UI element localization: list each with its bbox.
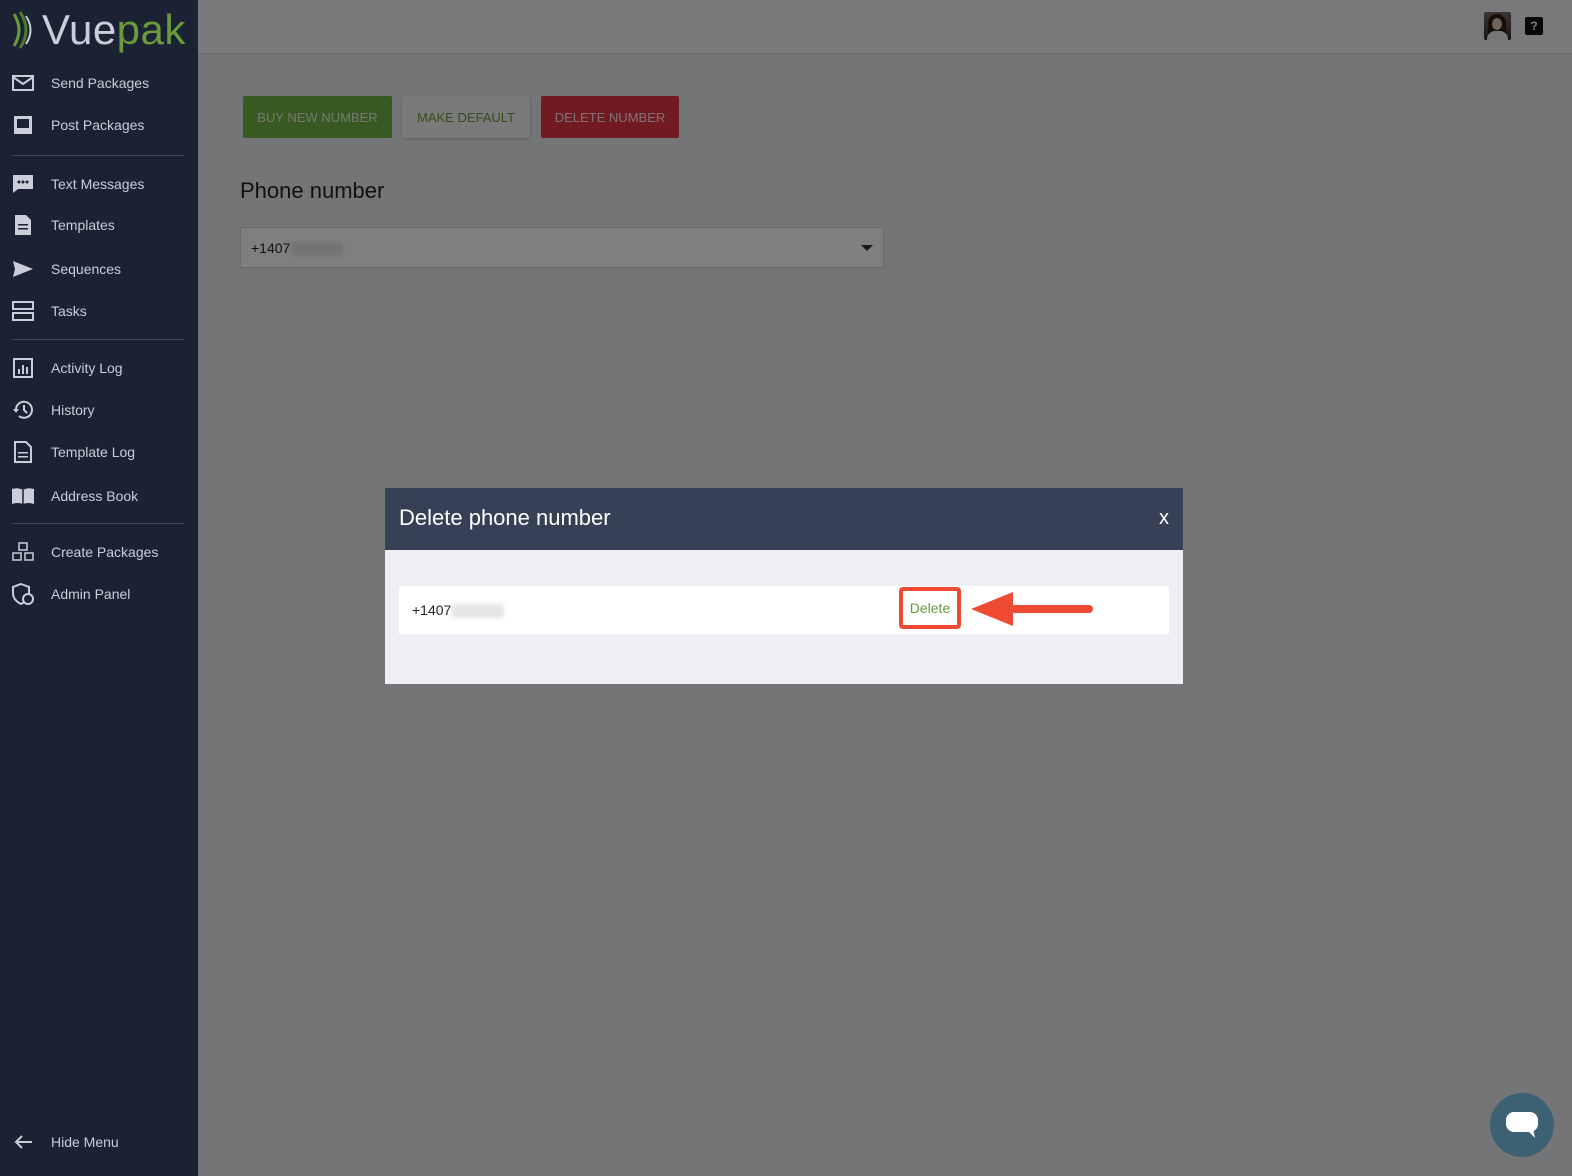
sidebar-item-activity-log[interactable]: Activity Log: [0, 350, 198, 386]
sidebar-item-label: Send Packages: [51, 75, 150, 91]
hide-menu-label: Hide Menu: [51, 1134, 119, 1150]
modal-header: Delete phone number x: [385, 488, 1183, 550]
modal-title: Delete phone number: [399, 505, 611, 530]
chat-bubble-icon: [1506, 1112, 1538, 1138]
sidebar-item-label: Post Packages: [51, 117, 145, 133]
annotation-arrow-icon: [971, 592, 1093, 626]
sidebar-item-sequences[interactable]: Sequences: [0, 251, 198, 287]
history-icon: [11, 398, 35, 422]
sidebar-item-address-book[interactable]: Address Book: [0, 478, 198, 514]
sidebar-item-templates[interactable]: Templates: [0, 207, 198, 243]
chat-widget-button[interactable]: [1490, 1093, 1554, 1157]
sidebar-item-template-log[interactable]: Template Log: [0, 434, 198, 470]
sidebar-item-admin-panel[interactable]: Admin Panel: [0, 576, 198, 612]
close-button[interactable]: x: [1159, 507, 1169, 530]
sidebar-item-label: Sequences: [51, 261, 122, 277]
sidebar-item-text-messages[interactable]: Text Messages: [0, 166, 198, 202]
chart-icon: [11, 356, 35, 380]
sidebar-divider: [11, 339, 184, 340]
sidebar-item-label: Admin Panel: [51, 586, 131, 602]
envelope-icon: [11, 71, 35, 95]
logo-mark-icon: [12, 11, 32, 49]
shield-icon: [11, 582, 35, 606]
boxes-icon: [11, 540, 35, 564]
sidebar-item-post-packages[interactable]: Post Packages: [0, 107, 198, 143]
delete-button[interactable]: Delete: [899, 587, 961, 629]
document-icon: [11, 440, 35, 464]
sidebar-divider: [11, 523, 184, 524]
arrow-left-icon: [11, 1130, 35, 1154]
sidebar: Vuepak Send Packages Post Packages Text …: [0, 0, 198, 1176]
sidebar-item-send-packages[interactable]: Send Packages: [0, 65, 198, 101]
logo-text: Vuepak: [42, 6, 186, 53]
sidebar-item-history[interactable]: History: [0, 392, 198, 428]
sidebar-item-create-packages[interactable]: Create Packages: [0, 534, 198, 570]
send-icon: [11, 257, 35, 281]
inbox-icon: [11, 113, 35, 137]
sidebar-divider: [11, 155, 184, 156]
tasks-icon: [11, 299, 35, 323]
sidebar-item-tasks[interactable]: Tasks: [0, 293, 198, 329]
phone-number-value: +1407: [412, 602, 505, 619]
sidebar-item-label: Template Log: [51, 444, 136, 460]
sidebar-item-label: Templates: [51, 217, 115, 233]
document-icon: [11, 213, 35, 237]
sidebar-item-label: Activity Log: [51, 360, 123, 376]
sidebar-item-label: Address Book: [51, 488, 139, 504]
sidebar-item-label: History: [51, 402, 95, 418]
hide-menu-button[interactable]: Hide Menu: [0, 1124, 198, 1160]
sidebar-item-label: Text Messages: [51, 176, 145, 192]
book-icon: [11, 484, 35, 508]
chat-icon: [11, 172, 35, 196]
sidebar-item-label: Tasks: [51, 303, 87, 319]
redacted-digits: [452, 604, 505, 619]
sidebar-item-label: Create Packages: [51, 544, 159, 560]
app-logo[interactable]: Vuepak: [8, 6, 186, 54]
delete-phone-modal: Delete phone number x +1407 Delete: [385, 488, 1183, 684]
